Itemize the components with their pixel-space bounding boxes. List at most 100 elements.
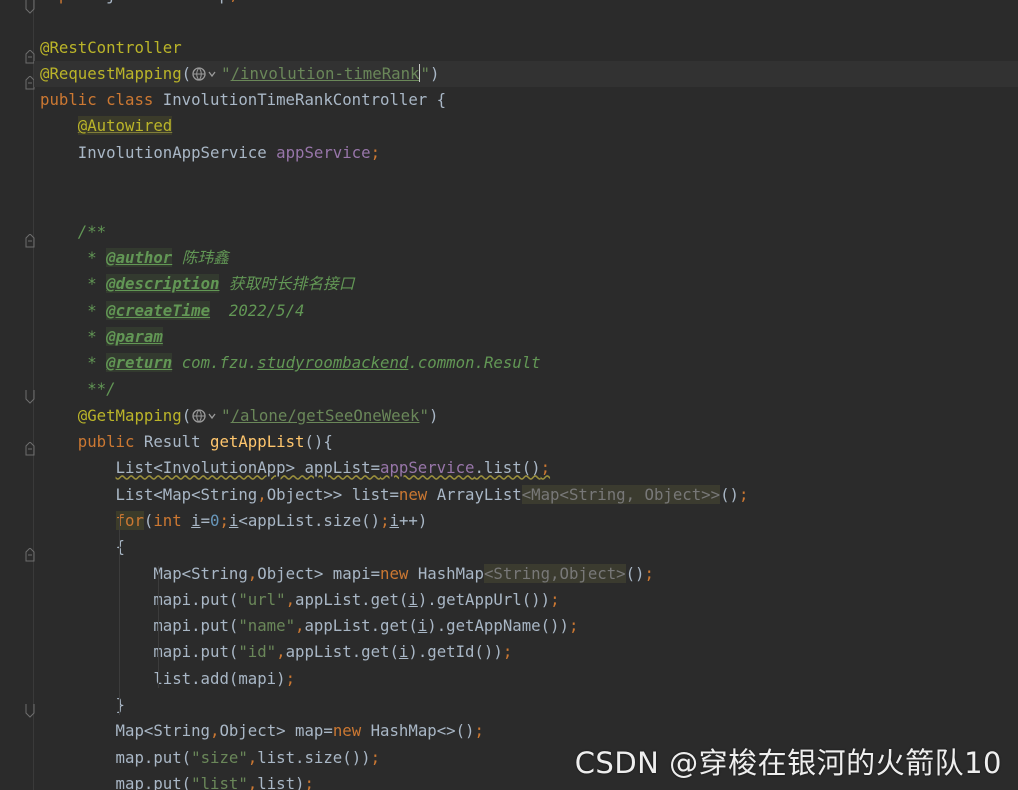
code-token: ; — [474, 721, 484, 741]
code-line[interactable]: @GetMapping("/alone/getSeeOneWeek") — [40, 403, 1018, 429]
code-token: import — [40, 0, 97, 4]
code-token: List<Map<String — [40, 484, 258, 504]
code-token: <appList.size() — [238, 510, 381, 530]
fold-marker-icon[interactable] — [25, 704, 35, 718]
code-token: ; — [229, 0, 238, 4]
code-token: ( — [181, 63, 192, 83]
code-token: list.size()) — [257, 747, 371, 767]
code-line[interactable]: * @param — [40, 324, 1018, 350]
code-line[interactable]: * @description 获取时长排名接口 — [40, 271, 1018, 297]
code-line[interactable]: import java.util.Map; — [40, 0, 1018, 8]
code-line[interactable]: **/ — [40, 376, 1018, 402]
code-line[interactable] — [40, 192, 1018, 218]
code-token: ).getId()) — [408, 642, 503, 662]
code-token: , — [285, 589, 296, 609]
code-token: * — [40, 247, 107, 267]
code-line[interactable]: @RestController — [40, 35, 1018, 61]
code-line[interactable]: @Autowired — [40, 113, 1018, 139]
code-token: ; — [285, 668, 296, 688]
code-token: mapi.put( — [40, 616, 239, 636]
code-token: @author — [106, 247, 173, 267]
code-line[interactable] — [40, 8, 1018, 34]
code-token: () — [625, 563, 645, 583]
code-token: "list" — [191, 773, 248, 790]
code-token: appService — [276, 142, 371, 162]
indent-guide — [158, 566, 159, 688]
code-token: , — [276, 642, 286, 662]
code-token: ; — [540, 458, 551, 478]
code-line[interactable]: /** — [40, 219, 1018, 245]
code-token: @description — [106, 274, 220, 294]
code-line[interactable]: for(int i=0;i<appList.size();i++) — [40, 508, 1018, 534]
code-token: 获取时长排名接口 — [219, 274, 355, 294]
code-token: 0 — [210, 510, 220, 530]
code-token: ).getAppUrl()) — [417, 589, 551, 609]
code-token: ; — [370, 747, 381, 767]
code-token: **/ — [40, 379, 116, 399]
code-token: ) — [429, 63, 440, 83]
code-line[interactable]: mapi.put("url",appList.get(i).getAppUrl(… — [40, 587, 1018, 613]
editor-gutter[interactable] — [0, 0, 35, 790]
code-line[interactable]: @RequestMapping("/involution-timeRank") — [34, 60, 1018, 88]
code-line[interactable]: mapi.put("name",appList.get(i).getAppNam… — [40, 613, 1018, 639]
code-line[interactable]: * @author 陈玮鑫 — [40, 245, 1018, 271]
code-token: = — [200, 510, 211, 530]
code-token: ; — [644, 563, 654, 583]
code-line[interactable]: public Result getAppList(){ — [40, 429, 1018, 455]
code-token: ).getAppName()) — [427, 616, 569, 636]
code-token: i — [228, 510, 239, 530]
code-token: ; — [550, 589, 560, 609]
fold-marker-icon[interactable] — [25, 442, 35, 456]
code-token: " — [221, 405, 231, 425]
code-token: mapi.put( — [40, 589, 239, 609]
code-line[interactable]: list.add(mapi); — [40, 666, 1018, 692]
code-area[interactable]: import java.util.Map; @RestController @Re… — [34, 0, 1018, 790]
code-line[interactable] — [40, 166, 1018, 192]
code-token: @createTime — [106, 300, 211, 320]
code-line[interactable]: mapi.put("id",appList.get(i).getId()); — [40, 639, 1018, 665]
code-line[interactable]: { — [40, 534, 1018, 560]
code-line[interactable]: InvolutionAppService appService; — [40, 140, 1018, 166]
fold-marker-icon[interactable] — [25, 0, 35, 14]
code-token: * — [40, 274, 107, 294]
code-token: InvolutionTimeRankController { — [162, 90, 447, 110]
code-token: ++) — [398, 510, 428, 530]
code-token: , — [247, 563, 258, 583]
code-token: ; — [502, 642, 513, 662]
fold-marker-icon[interactable] — [25, 234, 35, 248]
code-line[interactable]: Map<String,Object> mapi=new HashMap<Stri… — [40, 561, 1018, 587]
code-editor[interactable]: import java.util.Map; @RestController @Re… — [0, 0, 1018, 790]
code-line[interactable]: public class InvolutionTimeRankControlle… — [40, 87, 1018, 113]
code-token: "name" — [238, 616, 296, 636]
fold-marker-icon[interactable] — [25, 548, 35, 562]
code-token: list) — [257, 773, 305, 790]
code-token: } — [40, 695, 126, 715]
code-token: /** — [40, 221, 107, 241]
code-line[interactable]: * @createTime 2022/5/4 — [40, 298, 1018, 324]
code-token: { — [40, 537, 126, 557]
code-token: ; — [370, 142, 381, 162]
globe-dropdown-icon[interactable] — [191, 64, 221, 81]
code-line[interactable]: List<Map<String,Object>> list=new ArrayL… — [40, 482, 1018, 508]
code-line[interactable]: } — [40, 692, 1018, 718]
code-line[interactable]: List<InvolutionApp> appList=appService.l… — [40, 455, 1018, 481]
code-token: () — [720, 484, 739, 504]
code-token: @GetMapping — [77, 405, 182, 425]
code-line[interactable]: * @return com.fzu.studyroombackend.commo… — [40, 350, 1018, 376]
code-token: list.add(mapi) — [40, 668, 286, 688]
code-token: i — [191, 510, 201, 530]
fold-marker-icon[interactable] — [25, 390, 35, 404]
code-token: Result — [143, 432, 211, 452]
code-token: HashMap — [417, 563, 484, 583]
code-token: ( — [143, 510, 154, 530]
globe-dropdown-icon[interactable] — [191, 406, 221, 423]
code-token: @param — [106, 326, 163, 346]
code-token: new — [380, 563, 418, 583]
code-token: i — [389, 510, 399, 530]
indent-guide — [119, 515, 120, 715]
code-token: public class — [40, 90, 163, 110]
code-token: i — [408, 589, 418, 609]
